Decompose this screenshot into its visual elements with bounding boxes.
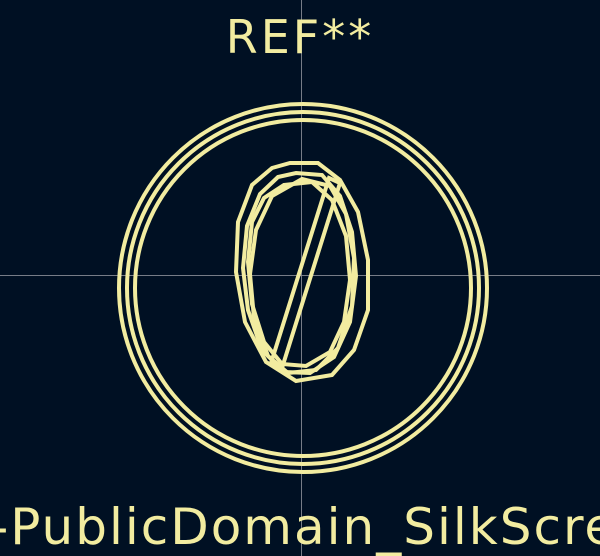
footprint-value-label[interactable]: CC-PublicDomain_SilkScreen bbox=[0, 502, 600, 552]
pcb-editor-canvas[interactable]: REF** CC-PublicDomain_SilkScreen bbox=[0, 0, 600, 556]
reference-designator[interactable]: REF** bbox=[0, 14, 600, 60]
inner-ring bbox=[117, 102, 489, 474]
outer-ring bbox=[133, 118, 473, 458]
footprint-graphic[interactable] bbox=[0, 0, 600, 556]
cc-public-domain-zero-icon bbox=[233, 161, 370, 384]
